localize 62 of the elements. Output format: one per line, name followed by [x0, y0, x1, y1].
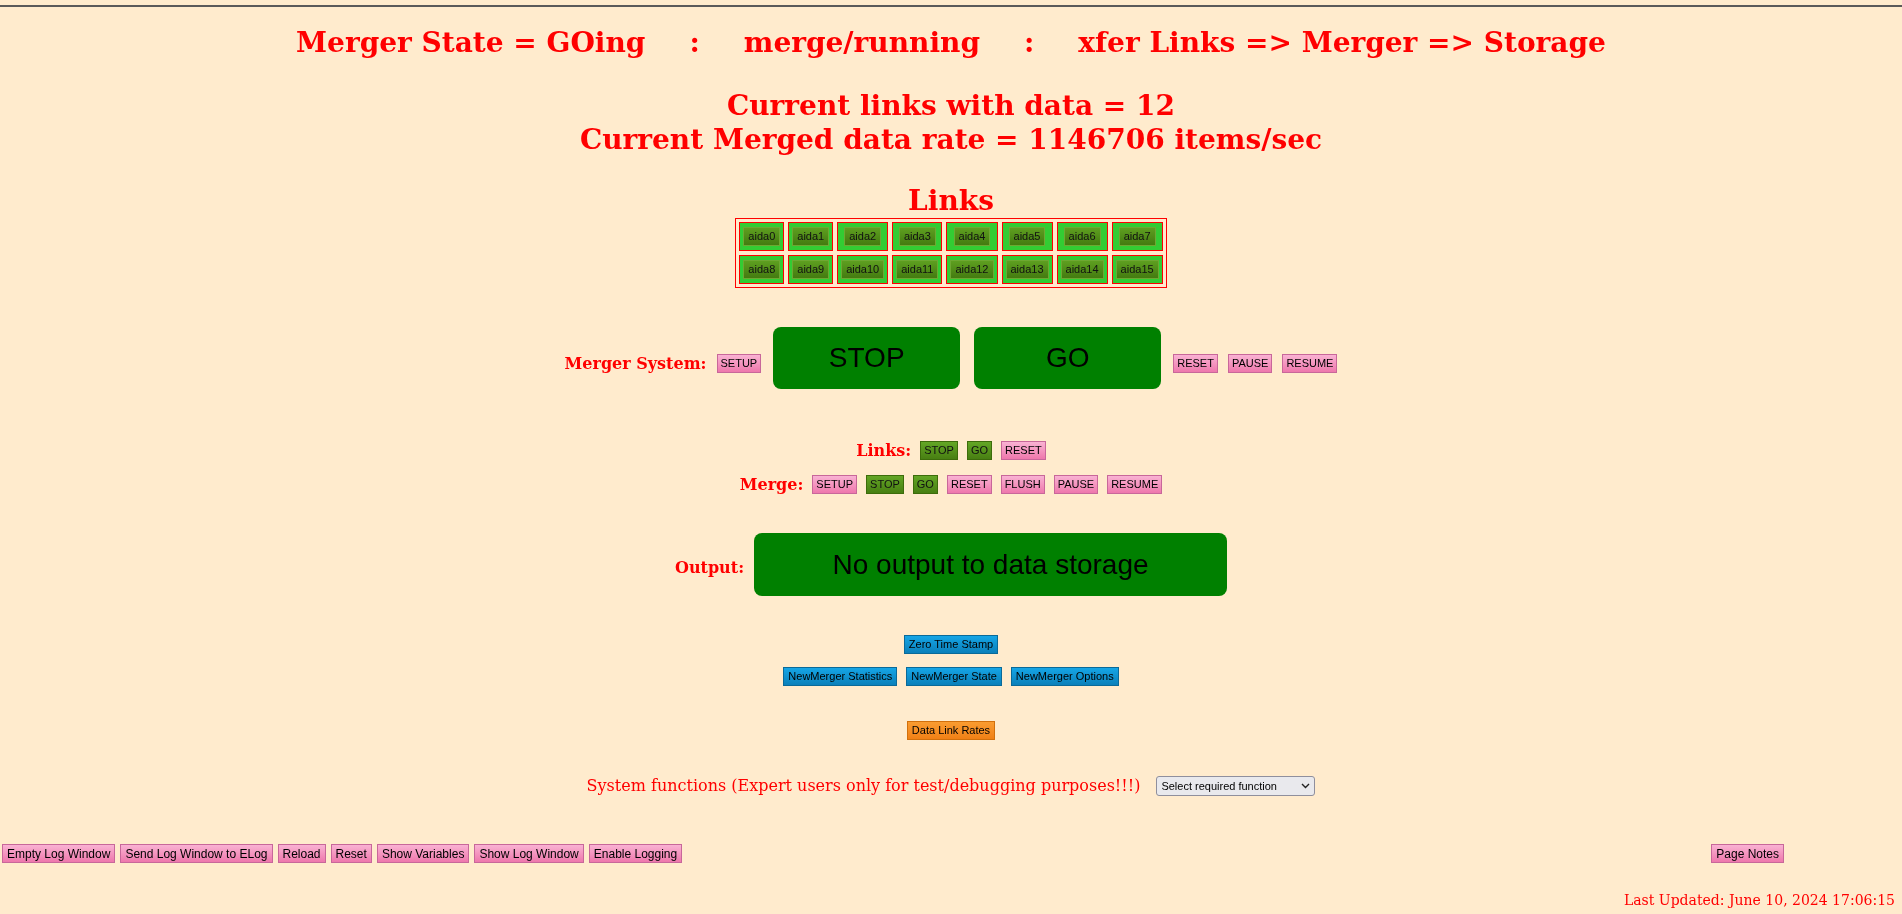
- action-button[interactable]: RESET: [1173, 353, 1218, 373]
- action-button[interactable]: RESUME: [1282, 353, 1338, 373]
- row-label: Merger System:: [564, 353, 707, 373]
- status-text: Current Merged data rate = 1146706 items/sec: [579, 123, 1323, 157]
- link-button[interactable]: aida6: [1063, 227, 1101, 246]
- status-text: Current links with data = 12: [726, 89, 1175, 123]
- footer-button[interactable]: Reload: [277, 844, 326, 863]
- action-button[interactable]: SETUP: [716, 353, 762, 373]
- link-button[interactable]: aida5: [1008, 227, 1046, 246]
- header-text: xfer Links => Merger => Storage: [1078, 26, 1606, 60]
- active-button[interactable]: GO: [912, 475, 938, 494]
- footer-button[interactable]: Show Variables: [376, 844, 470, 863]
- action-button[interactable]: FLUSH: [1000, 475, 1045, 494]
- header-text: :: [1024, 26, 1035, 60]
- link-button[interactable]: aida4: [953, 227, 991, 246]
- link-button[interactable]: aida11: [896, 260, 939, 279]
- large-button[interactable]: STOP: [773, 327, 961, 389]
- active-button[interactable]: STOP: [866, 475, 904, 494]
- link-button[interactable]: aida9: [792, 260, 830, 279]
- footer-button[interactable]: Reset: [330, 844, 372, 863]
- warning-text: System functions (Expert users only for test/debugging purposes!!!): [586, 776, 1141, 796]
- link-button[interactable]: aida15: [1115, 260, 1159, 279]
- header-text: :: [689, 26, 700, 60]
- action-button[interactable]: RESET: [946, 475, 992, 494]
- link-button[interactable]: aida2: [844, 227, 882, 246]
- link-button[interactable]: aida14: [1060, 260, 1104, 279]
- action-button[interactable]: PAUSE: [1227, 353, 1273, 373]
- footer-button[interactable]: Send Log Window to ELog: [120, 844, 273, 863]
- link-button[interactable]: aida13: [1005, 260, 1049, 279]
- header-text: merge/running: [743, 26, 980, 60]
- page-notes-button[interactable]: Page Notes: [1711, 844, 1784, 863]
- footer-button[interactable]: Empty Log Window: [2, 844, 116, 863]
- info-button[interactable]: Zero Time Stamp: [903, 635, 999, 654]
- last-updated-text: Last Updated: June 10, 2024 17:06:15: [1623, 891, 1895, 910]
- link-button[interactable]: aida12: [950, 260, 994, 279]
- action-button[interactable]: RESUME: [1107, 475, 1163, 494]
- row-label: Output:: [674, 557, 745, 577]
- action-button[interactable]: SETUP: [812, 475, 858, 494]
- link-button[interactable]: aida8: [743, 260, 781, 279]
- header-text: Merger State = GOing: [296, 26, 646, 60]
- action-button[interactable]: PAUSE: [1053, 475, 1099, 494]
- link-button[interactable]: aida3: [898, 227, 936, 246]
- footer-button[interactable]: Show Log Window: [474, 844, 584, 863]
- chevron-down-icon: [1301, 783, 1311, 789]
- info-button[interactable]: NewMerger State: [906, 667, 1002, 686]
- active-button[interactable]: GO: [966, 441, 993, 460]
- footer-button[interactable]: Enable Logging: [588, 844, 683, 863]
- info-button[interactable]: NewMerger Options: [1010, 667, 1119, 686]
- large-button[interactable]: GO: [974, 327, 1162, 389]
- section-heading: Links: [908, 184, 994, 218]
- info-button[interactable]: NewMerger Statistics: [783, 667, 898, 686]
- link-button[interactable]: aida0: [743, 227, 781, 246]
- link-button[interactable]: aida10: [841, 260, 885, 279]
- row-label: Links:: [856, 441, 912, 460]
- row-label: Merge:: [739, 475, 804, 494]
- output-status-button[interactable]: No output to data storage: [754, 533, 1228, 596]
- action-button[interactable]: RESET: [1001, 441, 1046, 460]
- link-button[interactable]: aida1: [792, 227, 830, 246]
- highlight-button[interactable]: Data Link Rates: [906, 721, 996, 740]
- active-button[interactable]: STOP: [920, 441, 958, 460]
- link-button[interactable]: aida7: [1118, 227, 1156, 246]
- function-select[interactable]: Select required function: [1156, 776, 1316, 796]
